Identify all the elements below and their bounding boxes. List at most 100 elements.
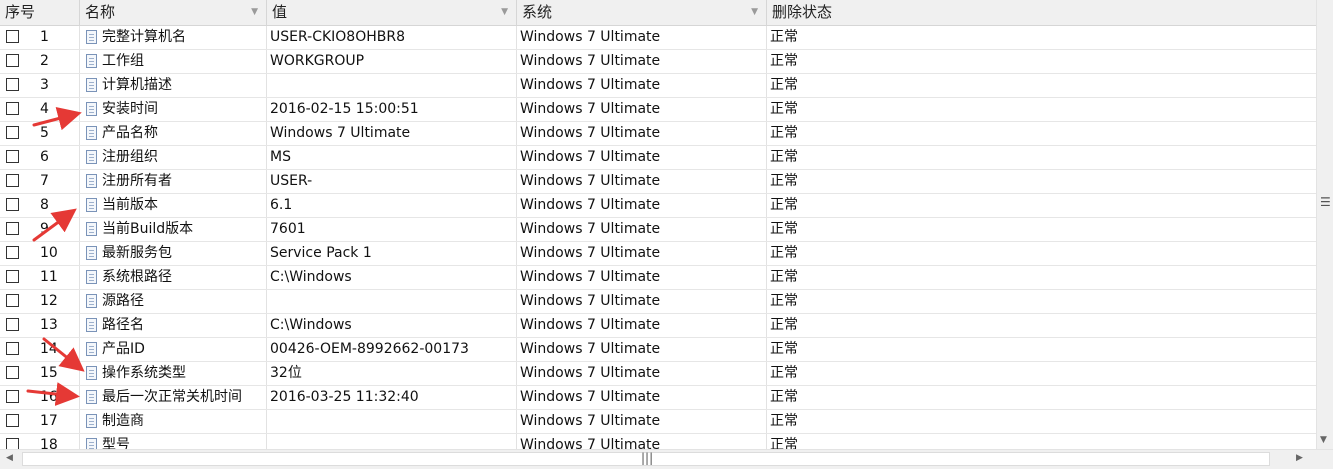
row-index: 2 — [40, 53, 49, 69]
row-delete-status: 正常 — [770, 53, 798, 69]
row-system: Windows 7 Ultimate — [517, 122, 767, 145]
row-name: 系统根路径 — [102, 269, 172, 285]
index-cell: 4 — [0, 98, 80, 121]
index-cell: 5 — [0, 122, 80, 145]
index-cell: 14 — [0, 338, 80, 361]
row-name: 型号 — [102, 437, 130, 449]
row-name: 注册组织 — [102, 149, 158, 165]
table-row[interactable]: 9 当前Build版本 7601 Windows 7 Ultimate 正常 — [0, 218, 1316, 242]
row-index: 14 — [40, 341, 58, 357]
row-checkbox[interactable] — [6, 174, 19, 187]
row-checkbox[interactable] — [6, 150, 19, 163]
scroll-grip-icon[interactable]: ☰ — [1320, 196, 1331, 208]
file-icon — [86, 294, 97, 308]
table-row[interactable]: 17 制造商 Windows 7 Ultimate 正常 — [0, 410, 1316, 434]
table-row[interactable]: 3 计算机描述 Windows 7 Ultimate 正常 — [0, 74, 1316, 98]
index-cell: 2 — [0, 50, 80, 73]
row-checkbox[interactable] — [6, 30, 19, 43]
row-checkbox[interactable] — [6, 54, 19, 67]
table-row[interactable]: 10 最新服务包 Service Pack 1 Windows 7 Ultimate 正… — [0, 242, 1316, 266]
column-header-label: 删除状态 — [772, 3, 833, 21]
row-checkbox[interactable] — [6, 438, 19, 449]
file-icon — [86, 198, 97, 212]
row-checkbox[interactable] — [6, 294, 19, 307]
table-row[interactable]: 13 路径名 C:\Windows Windows 7 Ultimate 正常 — [0, 314, 1316, 338]
index-cell: 1 — [0, 26, 80, 49]
row-value: 32位 — [267, 362, 517, 385]
row-checkbox[interactable] — [6, 102, 19, 115]
table-row[interactable]: 8 当前版本 6.1 Windows 7 Ultimate 正常 — [0, 194, 1316, 218]
table-row[interactable]: 12 源路径 Windows 7 Ultimate 正常 — [0, 290, 1316, 314]
filter-icon[interactable]: ▼ — [751, 5, 758, 19]
row-value — [267, 290, 517, 313]
row-index: 11 — [40, 269, 58, 285]
scroll-left-icon[interactable]: ◀ — [6, 453, 13, 463]
column-header-index[interactable]: 序号 — [0, 0, 80, 25]
scroll-right-icon[interactable]: ▶ — [1296, 453, 1303, 463]
file-icon — [86, 390, 97, 404]
row-checkbox[interactable] — [6, 246, 19, 259]
row-name: 产品ID — [102, 341, 145, 357]
row-index: 17 — [40, 413, 58, 429]
row-value — [267, 74, 517, 97]
row-checkbox[interactable] — [6, 126, 19, 139]
row-delete-status: 正常 — [770, 77, 798, 93]
row-checkbox[interactable] — [6, 78, 19, 91]
name-cell: 操作系统类型 — [80, 362, 267, 385]
name-cell: 当前版本 — [80, 194, 267, 217]
row-value: WORKGROUP — [267, 50, 517, 73]
column-header-delete-status[interactable]: 删除状态 — [767, 0, 1316, 25]
row-checkbox[interactable] — [6, 342, 19, 355]
table-row[interactable]: 5 产品名称 Windows 7 Ultimate Windows 7 Ultimat… — [0, 122, 1316, 146]
file-icon — [86, 366, 97, 380]
column-header-system[interactable]: 系统 ▼ — [517, 0, 767, 25]
scroll-down-icon[interactable]: ▼ — [1320, 435, 1327, 445]
filter-icon[interactable]: ▼ — [251, 5, 258, 19]
column-header-label: 名称 — [85, 3, 116, 21]
row-index: 3 — [40, 77, 49, 93]
table-row[interactable]: 16 最后一次正常关机时间 2016-03-25 11:32:40 Windows 7… — [0, 386, 1316, 410]
row-name: 最新服务包 — [102, 245, 172, 261]
table-row[interactable]: 6 注册组织 MS Windows 7 Ultimate 正常 — [0, 146, 1316, 170]
row-index: 8 — [40, 197, 49, 213]
row-name: 计算机描述 — [102, 77, 172, 93]
row-index: 16 — [40, 389, 58, 405]
table-row[interactable]: 11 系统根路径 C:\Windows Windows 7 Ultimate 正常 — [0, 266, 1316, 290]
file-icon — [86, 414, 97, 428]
table-row[interactable]: 1 完整计算机名 USER-CKIO8OHBR8 Windows 7 Ultimate… — [0, 26, 1316, 50]
row-delete-status: 正常 — [770, 437, 798, 449]
filter-icon[interactable]: ▼ — [501, 5, 508, 19]
row-checkbox[interactable] — [6, 366, 19, 379]
row-value: 2016-03-25 11:32:40 — [267, 386, 517, 409]
row-index: 10 — [40, 245, 58, 261]
row-system: Windows 7 Ultimate — [517, 26, 767, 49]
row-checkbox[interactable] — [6, 270, 19, 283]
vertical-scrollbar[interactable]: ☰ ▼ — [1316, 0, 1333, 449]
row-checkbox[interactable] — [6, 222, 19, 235]
row-delete-status: 正常 — [770, 173, 798, 189]
row-value — [267, 410, 517, 433]
file-icon — [86, 318, 97, 332]
column-header-name[interactable]: 名称 ▼ — [80, 0, 267, 25]
column-header-label: 值 — [272, 3, 288, 21]
row-checkbox[interactable] — [6, 198, 19, 211]
row-system: Windows 7 Ultimate — [517, 146, 767, 169]
index-cell: 17 — [0, 410, 80, 433]
scroll-grip-icon[interactable]: ||| — [641, 451, 653, 465]
row-name: 注册所有者 — [102, 173, 172, 189]
row-checkbox[interactable] — [6, 414, 19, 427]
table-row[interactable]: 14 产品ID 00426-OEM-8992662-00173 Windows 7 U… — [0, 338, 1316, 362]
row-delete-status: 正常 — [770, 245, 798, 261]
table-row[interactable]: 15 操作系统类型 32位 Windows 7 Ultimate 正常 — [0, 362, 1316, 386]
table-row[interactable]: 4 安装时间 2016-02-15 15:00:51 Windows 7 Ultima… — [0, 98, 1316, 122]
table-row[interactable]: 2 工作组 WORKGROUP Windows 7 Ultimate 正常 — [0, 50, 1316, 74]
file-icon — [86, 102, 97, 116]
row-checkbox[interactable] — [6, 318, 19, 331]
row-checkbox[interactable] — [6, 390, 19, 403]
column-header-value[interactable]: 值 ▼ — [267, 0, 517, 25]
horizontal-scrollbar[interactable]: ◀ ||| ▶ — [0, 449, 1333, 469]
table-row[interactable]: 7 注册所有者 USER- Windows 7 Ultimate 正常 — [0, 170, 1316, 194]
row-delete-status: 正常 — [770, 197, 798, 213]
table-row[interactable]: 18 型号 Windows 7 Ultimate 正常 — [0, 434, 1316, 449]
index-cell: 18 — [0, 434, 80, 449]
